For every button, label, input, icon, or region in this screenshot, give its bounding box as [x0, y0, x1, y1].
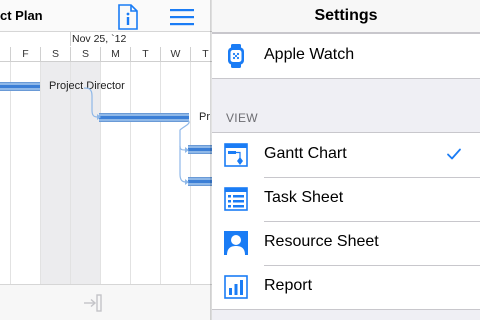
apple-watch-icon: [228, 44, 244, 68]
week-divider: [70, 32, 71, 46]
project-title: ct Plan: [0, 8, 43, 23]
indent-icon[interactable]: [83, 294, 103, 312]
settings-item-label: Report: [264, 277, 313, 294]
settings-navbar: Settings: [212, 0, 480, 33]
settings-item-label: Task Sheet: [264, 189, 344, 206]
settings-panel: Settings Apple Watch VIEW Gantt Chart Ta…: [212, 0, 480, 320]
section-header-view: VIEW: [226, 111, 258, 125]
settings-item-apple-watch[interactable]: Apple Watch: [212, 34, 480, 78]
app-root: ct Plan Nov 25, `12 F S S M T W T Projec…: [0, 0, 480, 320]
grid-line: [40, 62, 41, 284]
checkmark-icon: [447, 148, 461, 160]
gantt-bottom-toolbar: [0, 284, 212, 320]
grid-line: [160, 62, 161, 284]
day-cell: S: [40, 47, 70, 62]
task-bar-label: Pr: [199, 111, 210, 123]
info-document-icon[interactable]: [117, 4, 139, 30]
day-cell: T: [190, 47, 212, 62]
settings-item-task-sheet[interactable]: Task Sheet: [212, 177, 480, 221]
settings-item-report[interactable]: Report: [212, 265, 480, 309]
dependency-arrow: [83, 87, 101, 120]
grid-line: [10, 62, 11, 284]
settings-item-label: Resource Sheet: [264, 233, 379, 250]
settings-item-resource-sheet[interactable]: Resource Sheet: [212, 221, 480, 265]
timeline-header: Nov 25, `12 F S S M T W T: [0, 32, 212, 62]
gantt-panel: ct Plan Nov 25, `12 F S S M T W T Projec…: [0, 0, 212, 320]
hamburger-menu-icon[interactable]: [170, 8, 194, 26]
settings-item-label: Gantt Chart: [264, 145, 347, 162]
day-cell: M: [100, 47, 130, 62]
day-cell: W: [160, 47, 190, 62]
day-cell: F: [10, 47, 40, 62]
gantt-chart-icon: [224, 143, 248, 167]
day-cell: T: [130, 47, 160, 62]
week-label: Nov 25, `12: [72, 33, 127, 45]
day-cell: S: [70, 47, 100, 62]
task-sheet-icon: [224, 187, 248, 211]
grid-line: [130, 62, 131, 284]
settings-item-gantt-chart[interactable]: Gantt Chart: [212, 133, 480, 177]
settings-group-view: Gantt Chart Task Sheet Resource Sheet Re…: [212, 132, 480, 310]
settings-title: Settings: [314, 7, 378, 24]
settings-item-label: Apple Watch: [264, 46, 355, 63]
report-icon: [224, 275, 248, 299]
gantt-toolbar: ct Plan: [0, 0, 212, 32]
grid-line: [70, 62, 71, 284]
dependency-arrow: [179, 119, 190, 185]
settings-group-top: Apple Watch: [212, 33, 480, 79]
task-bar[interactable]: [0, 82, 40, 91]
resource-sheet-icon: [224, 231, 248, 255]
